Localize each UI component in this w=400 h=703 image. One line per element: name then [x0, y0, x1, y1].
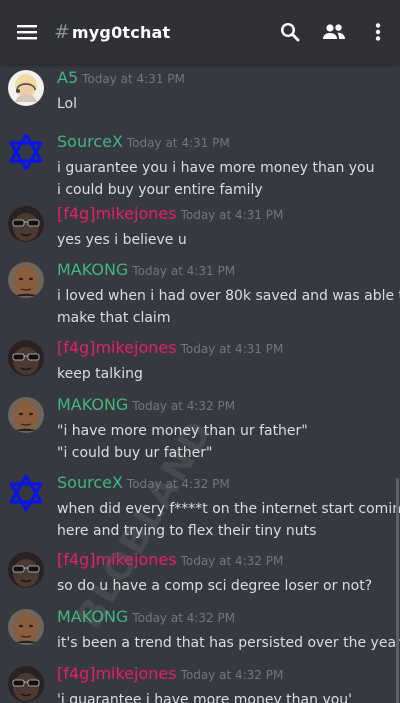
- author-name[interactable]: MAKONG: [57, 607, 128, 626]
- message-text: "i could buy ur father": [57, 445, 213, 461]
- author-name[interactable]: MAKONG: [57, 260, 128, 279]
- message-text: Lol: [57, 96, 78, 112]
- message-text: "i have more money than ur father": [57, 423, 308, 439]
- message-text: keep talking: [57, 366, 143, 382]
- blonde-headset-avatar[interactable]: [8, 70, 44, 106]
- bald-face-avatar[interactable]: [8, 262, 44, 298]
- sunglasses-face-avatar[interactable]: [8, 552, 44, 588]
- message-header: MAKONG Today at 4:32 PM: [57, 607, 235, 626]
- message-text: 'i guarantee i have more money than you': [57, 692, 353, 703]
- author-name[interactable]: [f4g]mikejones: [57, 204, 177, 223]
- search-icon[interactable]: [268, 0, 312, 64]
- bald-face-avatar[interactable]: [8, 609, 44, 645]
- message-timestamp: Today at 4:32 PM: [180, 554, 284, 568]
- message-header: [f4g]mikejones Today at 4:31 PM: [57, 338, 283, 357]
- scrollbar-thumb[interactable]: [396, 478, 399, 703]
- message-timestamp: Today at 4:31 PM: [180, 342, 284, 356]
- bald-face-avatar[interactable]: [8, 397, 44, 433]
- message-text: yes yes i believe u: [57, 232, 187, 248]
- message-text: it's been a trend that has persisted ove…: [57, 635, 400, 651]
- message-header: MAKONG Today at 4:31 PM: [57, 260, 235, 279]
- message-timestamp: Today at 4:32 PM: [180, 668, 284, 682]
- message-text: i loved when i had over 80k saved and wa…: [57, 288, 400, 304]
- channel-header: # myg0tchat: [0, 0, 400, 64]
- message-header: MAKONG Today at 4:32 PM: [57, 395, 235, 414]
- author-name[interactable]: A5: [57, 68, 78, 87]
- message-header: SourceX Today at 4:32 PM: [57, 473, 230, 492]
- message-text: i could buy your entire family: [57, 182, 263, 198]
- message-text: here and trying to flex their tiny nuts: [57, 523, 317, 539]
- message-timestamp: Today at 4:31 PM: [132, 264, 236, 278]
- message-text: make that claim: [57, 310, 171, 326]
- sunglasses-face-avatar[interactable]: [8, 340, 44, 376]
- message-header: SourceX Today at 4:31 PM: [57, 132, 230, 151]
- author-name[interactable]: [f4g]mikejones: [57, 664, 177, 683]
- members-icon[interactable]: [312, 0, 356, 64]
- author-name[interactable]: [f4g]mikejones: [57, 550, 177, 569]
- message-timestamp: Today at 4:31 PM: [180, 208, 284, 222]
- author-name[interactable]: SourceX: [57, 132, 123, 151]
- message-header: A5 Today at 4:31 PM: [57, 68, 185, 87]
- message-timestamp: Today at 4:31 PM: [126, 136, 230, 150]
- channel-name: myg0tchat: [71, 22, 171, 42]
- message-text: so do u have a comp sci degree loser or …: [57, 578, 373, 594]
- message-timestamp: Today at 4:32 PM: [126, 477, 230, 491]
- kebab-menu-icon[interactable]: [356, 0, 400, 64]
- message-text: i guarantee you i have more money than y…: [57, 160, 375, 176]
- channel-hash-icon: #: [54, 21, 70, 43]
- hamburger-menu-icon[interactable]: [0, 0, 54, 64]
- message-timestamp: Today at 4:32 PM: [132, 399, 236, 413]
- message-text: when did every f****t on the internet st…: [57, 501, 400, 517]
- author-name[interactable]: SourceX: [57, 473, 123, 492]
- blue-star-avatar[interactable]: [8, 133, 44, 171]
- message-header: [f4g]mikejones Today at 4:31 PM: [57, 204, 283, 223]
- author-name[interactable]: [f4g]mikejones: [57, 338, 177, 357]
- blue-star-avatar[interactable]: [8, 474, 44, 512]
- message-header: [f4g]mikejones Today at 4:32 PM: [57, 550, 283, 569]
- message-timestamp: Today at 4:31 PM: [82, 72, 185, 86]
- author-name[interactable]: MAKONG: [57, 395, 128, 414]
- sunglasses-face-avatar[interactable]: [8, 666, 44, 702]
- sunglasses-face-avatar[interactable]: [8, 206, 44, 242]
- message-header: [f4g]mikejones Today at 4:32 PM: [57, 664, 283, 683]
- message-feed[interactable]: BLOBLAND A5 Today at 4:31 PM Lol SourceX Tod…: [0, 64, 400, 703]
- message-timestamp: Today at 4:32 PM: [132, 611, 236, 625]
